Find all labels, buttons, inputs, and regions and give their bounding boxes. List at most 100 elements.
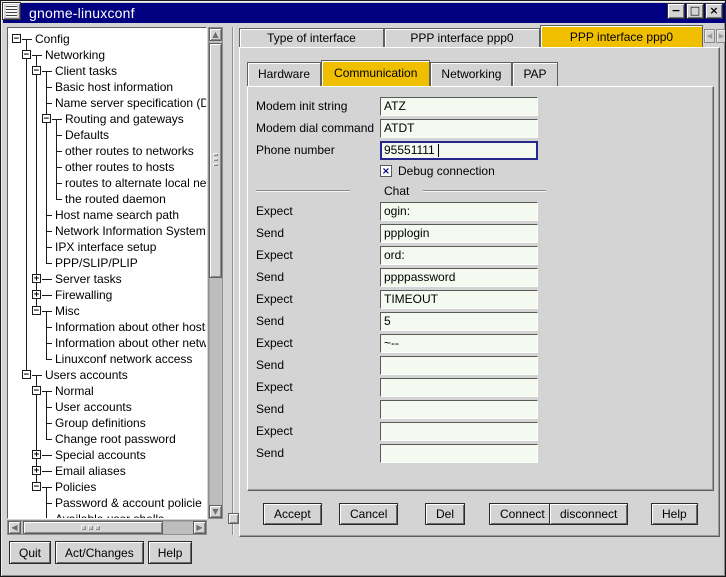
chat-expect-input-4[interactable] xyxy=(380,290,538,309)
tab-hardware[interactable]: Hardware xyxy=(247,62,321,86)
chat-row-send-11: Send xyxy=(256,442,713,464)
chat-send-label: Send xyxy=(256,226,380,240)
help-button[interactable]: Help xyxy=(651,503,698,525)
tree-branch-icon xyxy=(42,95,52,111)
tree-expander-icon[interactable]: + xyxy=(32,271,42,287)
scroll-left-icon[interactable]: ◀ xyxy=(8,521,21,534)
tree-row-config[interactable]: −Config xyxy=(12,31,206,47)
modem-init-string-input[interactable] xyxy=(380,97,538,116)
debug-connection-checkbox[interactable]: × xyxy=(380,165,392,177)
chat-send-input-9[interactable] xyxy=(380,400,538,419)
tree-row-change-root-password[interactable]: Change root password xyxy=(12,431,206,447)
tree-row-email-aliases[interactable]: +Email aliases xyxy=(12,463,206,479)
tree-expander-icon[interactable]: − xyxy=(12,31,22,47)
tab-type-of-interface[interactable]: Type of interface xyxy=(239,28,384,48)
tree-row-group-definitions[interactable]: Group definitions xyxy=(12,415,206,431)
phone-number-input[interactable] xyxy=(380,141,538,160)
tree-row-other-routes-to-networks[interactable]: other routes to networks xyxy=(12,143,206,159)
tree-expander-icon[interactable]: − xyxy=(32,63,42,79)
del-button[interactable]: Del xyxy=(425,503,465,525)
chat-send-input-11[interactable] xyxy=(380,444,538,463)
chat-send-input-3[interactable] xyxy=(380,268,538,287)
tree-row-special-accounts[interactable]: +Special accounts xyxy=(12,447,206,463)
pane-resize-grip[interactable] xyxy=(228,513,239,524)
chat-send-input-7[interactable] xyxy=(380,356,538,375)
tree-item-label: Change root password xyxy=(55,431,176,447)
tab-networking[interactable]: Networking xyxy=(430,62,512,86)
cancel-button[interactable]: Cancel xyxy=(339,503,398,525)
tree-expander-icon[interactable]: − xyxy=(32,479,42,495)
chat-expect-input-6[interactable] xyxy=(380,334,538,353)
tree-row-information-about-other-hosts[interactable]: Information about other hosts xyxy=(12,319,206,335)
chat-send-input-1[interactable] xyxy=(380,224,538,243)
tree-expander-icon[interactable]: − xyxy=(32,303,42,319)
vertical-scroll-thumb[interactable] xyxy=(209,43,222,278)
tree-branch-icon xyxy=(42,335,52,351)
tree-row-ipx-interface-setup[interactable]: IPX interface setup xyxy=(12,239,206,255)
tree-row-defaults[interactable]: Defaults xyxy=(12,127,206,143)
chat-expect-input-10[interactable] xyxy=(380,422,538,441)
tab-ppp-interface-ppp0[interactable]: PPP interface ppp0 xyxy=(384,28,540,48)
tab-scroll-left-icon[interactable]: ◀ xyxy=(704,29,715,43)
scroll-down-icon[interactable]: ▼ xyxy=(209,505,222,518)
help-button[interactable]: Help xyxy=(148,541,193,564)
tab-communication[interactable]: Communication xyxy=(321,60,430,86)
tree-expander-icon[interactable]: − xyxy=(22,367,32,383)
tree-row-other-routes-to-hosts[interactable]: other routes to hosts xyxy=(12,159,206,175)
chat-row-expect-6: Expect xyxy=(256,332,713,354)
tree-row-password-account-policie[interactable]: Password & account policie xyxy=(12,495,206,511)
tree-vertical-scrollbar[interactable]: ▲ ▼ xyxy=(208,27,223,519)
chat-send-label: Send xyxy=(256,358,380,372)
tree-row-client-tasks[interactable]: −Client tasks xyxy=(12,63,206,79)
tree-row-routes-to-alternate-local-ne[interactable]: routes to alternate local ne xyxy=(12,175,206,191)
tree-row-the-routed-daemon[interactable]: the routed daemon xyxy=(12,191,206,207)
tree-row-name-server-specification-d[interactable]: Name server specification (D xyxy=(12,95,206,111)
text-caret xyxy=(438,144,439,157)
close-icon[interactable]: × xyxy=(705,3,723,19)
tree-expander-icon[interactable]: + xyxy=(32,287,42,303)
chat-send-input-5[interactable] xyxy=(380,312,538,331)
tree-row-policies[interactable]: −Policies xyxy=(12,479,206,495)
tree-horizontal-scrollbar[interactable]: ◀ ▶ xyxy=(7,520,207,535)
chat-expect-input-8[interactable] xyxy=(380,378,538,397)
tree-row-ppp-slip-plip[interactable]: PPP/SLIP/PLIP xyxy=(12,255,206,271)
modem-dial-command-input[interactable] xyxy=(380,119,538,138)
act-changes-button[interactable]: Act/Changes xyxy=(55,541,144,564)
tree-expander-icon[interactable]: + xyxy=(32,463,42,479)
tree-row-users-accounts[interactable]: −Users accounts xyxy=(12,367,206,383)
disconnect-button[interactable]: disconnect xyxy=(549,503,628,525)
tree-row-linuxconf-network-access[interactable]: Linuxconf network access xyxy=(12,351,206,367)
tree-expander-icon[interactable]: − xyxy=(22,47,32,63)
tree-expander-icon[interactable]: + xyxy=(32,447,42,463)
chat-expect-input-0[interactable] xyxy=(380,202,538,221)
tree-branch-icon xyxy=(42,319,52,335)
horizontal-scroll-thumb[interactable] xyxy=(23,521,163,534)
maximize-icon[interactable]: □ xyxy=(686,3,704,19)
accept-button[interactable]: Accept xyxy=(263,503,322,525)
chat-expect-input-2[interactable] xyxy=(380,246,538,265)
tab-scroll-right-icon[interactable]: ▶ xyxy=(716,29,726,43)
tree-row-user-accounts[interactable]: User accounts xyxy=(12,399,206,415)
quit-button[interactable]: Quit xyxy=(9,541,51,564)
tree-row-basic-host-information[interactable]: Basic host information xyxy=(12,79,206,95)
window-menu-icon[interactable] xyxy=(2,2,21,20)
tree-row-firewalling[interactable]: +Firewalling xyxy=(12,287,206,303)
connect-button[interactable]: Connect xyxy=(489,503,556,525)
tab-pap[interactable]: PAP xyxy=(512,62,557,86)
tree-expander-icon[interactable]: − xyxy=(42,111,52,127)
tree-row-available-user-shells[interactable]: Available user shells xyxy=(12,511,206,519)
scroll-up-icon[interactable]: ▲ xyxy=(209,28,222,41)
tree-row-misc[interactable]: −Misc xyxy=(12,303,206,319)
tree-row-networking[interactable]: −Networking xyxy=(12,47,206,63)
tree-row-normal[interactable]: −Normal xyxy=(12,383,206,399)
tree-item-label: Basic host information xyxy=(55,79,173,95)
minimize-icon[interactable]: − xyxy=(667,3,685,19)
tree-row-server-tasks[interactable]: +Server tasks xyxy=(12,271,206,287)
tab-ppp-interface-ppp0-active[interactable]: PPP interface ppp0 xyxy=(540,25,703,48)
tree-row-information-about-other-netw[interactable]: Information about other netw xyxy=(12,335,206,351)
tree-row-network-information-system[interactable]: Network Information System xyxy=(12,223,206,239)
tree-expander-icon[interactable]: − xyxy=(32,383,42,399)
scroll-right-icon[interactable]: ▶ xyxy=(193,521,206,534)
tree-row-routing-and-gateways[interactable]: −Routing and gateways xyxy=(12,111,206,127)
tree-row-host-name-search-path[interactable]: Host name search path xyxy=(12,207,206,223)
